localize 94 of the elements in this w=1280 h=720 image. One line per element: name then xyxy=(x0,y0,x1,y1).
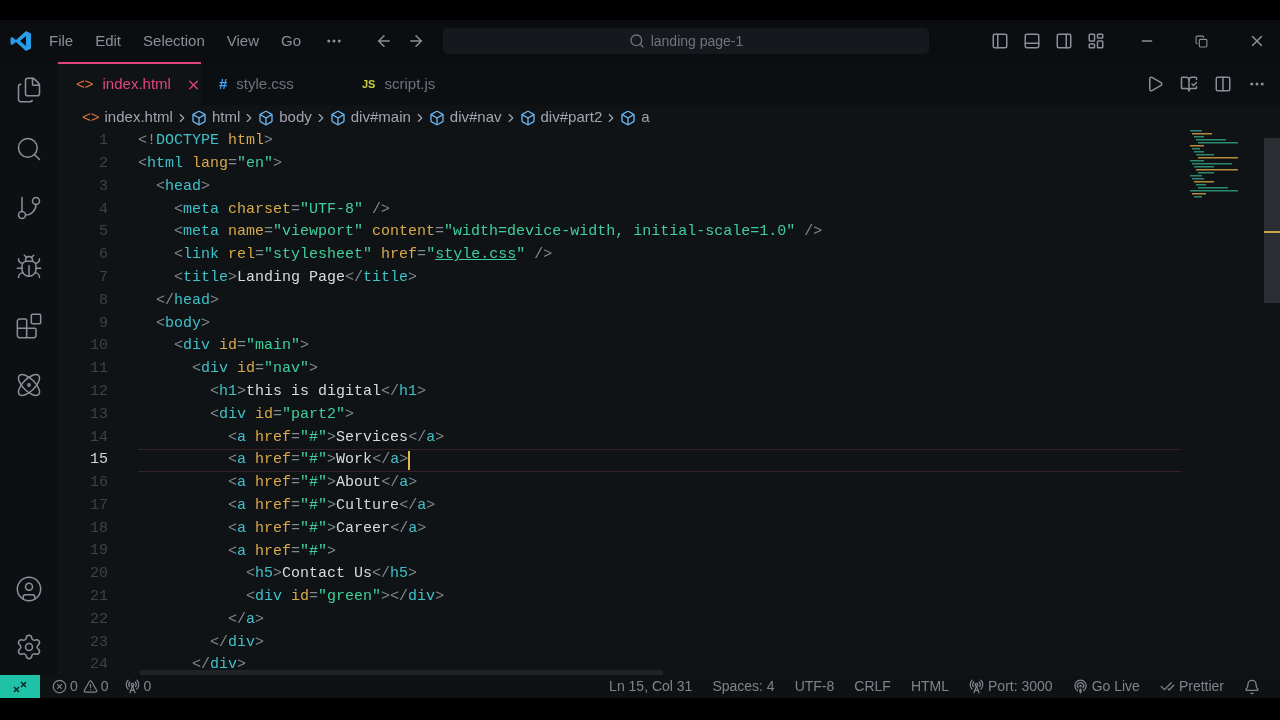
line-number: 15 xyxy=(89,450,108,471)
search-field[interactable]: landing page-1 xyxy=(443,28,929,54)
file-type-icon: # xyxy=(219,73,228,96)
tab-label: index.html xyxy=(102,74,171,95)
language-status[interactable]: HTML xyxy=(910,676,949,697)
symbol-icon xyxy=(190,109,207,126)
port-status[interactable]: Port: 3000 xyxy=(969,676,1053,697)
indentation-status[interactable]: Spaces: 4 xyxy=(712,676,775,697)
code-line: <meta charset="UTF-8" /> xyxy=(173,199,391,220)
menu-item[interactable]: View xyxy=(226,29,259,53)
text-cursor xyxy=(408,451,411,471)
code-line: <h1>this is digital</h1> xyxy=(209,381,427,402)
file-type-icon: <> xyxy=(76,73,94,96)
editor-tab[interactable]: <> index.html xyxy=(58,62,201,105)
account-icon[interactable] xyxy=(15,575,43,603)
cursor-position[interactable]: Ln 15, Col 31 xyxy=(609,676,693,697)
code-line: <h5>Contact Us</h5> xyxy=(245,564,418,585)
customize-layout-icon[interactable] xyxy=(1087,32,1105,50)
code-line: <a href="#">About</a> xyxy=(227,473,418,494)
breadcrumb-item[interactable]: div#part2 xyxy=(519,106,603,129)
run-debug-icon[interactable] xyxy=(15,253,43,281)
editor-tab[interactable]: # style.css xyxy=(201,62,344,105)
settings-icon[interactable] xyxy=(15,633,43,661)
code-line: <a href="#">Services</a> xyxy=(227,427,445,448)
breadcrumb-item[interactable]: html xyxy=(190,106,241,129)
breadcrumb-item[interactable]: div#nav xyxy=(428,106,502,129)
atom-icon[interactable] xyxy=(15,371,43,399)
notifications-icon[interactable] xyxy=(1244,678,1260,695)
app-logo-icon xyxy=(9,29,33,53)
code-line: <a href="#">Work</a> xyxy=(227,450,409,471)
code-line: <meta name="viewport" content="width=device-width, initial-scale=1.0" /> xyxy=(173,222,823,243)
code-line: <div id="green"></div> xyxy=(245,587,445,608)
symbol-icon xyxy=(329,109,346,126)
symbol-icon xyxy=(620,109,637,126)
code-line: <a href="#">Career</a> xyxy=(227,518,427,539)
menu-item[interactable]: Go xyxy=(281,29,301,53)
menu-item[interactable]: File xyxy=(49,29,74,53)
breadcrumb-item[interactable]: body xyxy=(258,106,312,129)
editor-tab[interactable]: JS script.js xyxy=(344,62,487,105)
explorer-icon[interactable] xyxy=(15,76,43,104)
code-line: <div id="main"> xyxy=(173,336,310,357)
remote-icon xyxy=(12,679,28,694)
source-control-icon[interactable] xyxy=(15,194,43,222)
search-icon[interactable] xyxy=(15,135,43,163)
menu-item[interactable]: Edit xyxy=(95,29,122,53)
code-line: <a href="#"> xyxy=(227,541,337,562)
antenna-icon xyxy=(124,679,140,694)
error-icon xyxy=(52,679,67,694)
encoding-status[interactable]: UTF-8 xyxy=(794,676,835,697)
problems-status[interactable]: 0 0 xyxy=(52,676,109,697)
cursor-marker xyxy=(1264,231,1280,233)
tab-label: script.js xyxy=(384,74,436,95)
toggle-sidebar-icon[interactable] xyxy=(991,32,1009,50)
code-line: <html lang="en"> xyxy=(138,153,283,174)
restore-icon[interactable] xyxy=(1195,34,1208,48)
code-line: <div id="nav"> xyxy=(191,359,319,380)
prettier-status[interactable]: Prettier xyxy=(1159,676,1224,697)
code-line: <title>Landing Page</title> xyxy=(173,267,418,288)
antenna-icon xyxy=(969,679,984,694)
code-line: </a> xyxy=(227,609,265,630)
code-line: <body> xyxy=(155,313,211,334)
code-line: </div> xyxy=(191,655,247,675)
breadcrumb-item[interactable]: <> index.html xyxy=(82,106,173,129)
code-line: <a href="#">Culture</a> xyxy=(227,495,436,516)
extensions-icon[interactable] xyxy=(15,312,43,340)
symbol-icon xyxy=(519,109,536,126)
back-icon[interactable] xyxy=(375,32,393,50)
code-line: <head> xyxy=(155,176,211,197)
code-line: <link rel="stylesheet" href="style.css" /> xyxy=(173,245,553,266)
code-line: </head> xyxy=(155,290,220,311)
breadcrumb-item[interactable]: a xyxy=(620,106,650,129)
vertical-scrollbar[interactable] xyxy=(1264,138,1280,303)
file-type-icon: JS xyxy=(362,76,376,93)
preview-icon[interactable] xyxy=(1180,74,1198,93)
code-line: <div id="part2"> xyxy=(209,404,355,425)
symbol-icon xyxy=(428,109,445,126)
code-line: </div> xyxy=(209,632,265,653)
tab-label: style.css xyxy=(236,74,294,95)
toggle-panel-icon[interactable] xyxy=(1023,32,1041,50)
menu-item[interactable]: Selection xyxy=(143,29,205,53)
go-live-button[interactable]: Go Live xyxy=(1072,676,1140,697)
broadcast-icon xyxy=(1072,679,1088,694)
breadcrumb-item[interactable]: div#main xyxy=(329,106,411,129)
search-icon xyxy=(628,33,645,49)
split-editor-icon[interactable] xyxy=(1214,74,1232,93)
code-line: <!DOCTYPE html> xyxy=(138,131,274,152)
line-ending-status[interactable]: CRLF xyxy=(854,676,891,697)
remote-button[interactable] xyxy=(0,675,40,698)
ports-status[interactable]: 0 xyxy=(124,676,152,697)
symbol-icon xyxy=(258,109,275,126)
warning-icon xyxy=(82,679,98,694)
toggle-secondary-sidebar-icon[interactable] xyxy=(1055,32,1073,50)
forward-icon[interactable] xyxy=(407,32,425,50)
run-icon[interactable] xyxy=(1146,74,1164,93)
